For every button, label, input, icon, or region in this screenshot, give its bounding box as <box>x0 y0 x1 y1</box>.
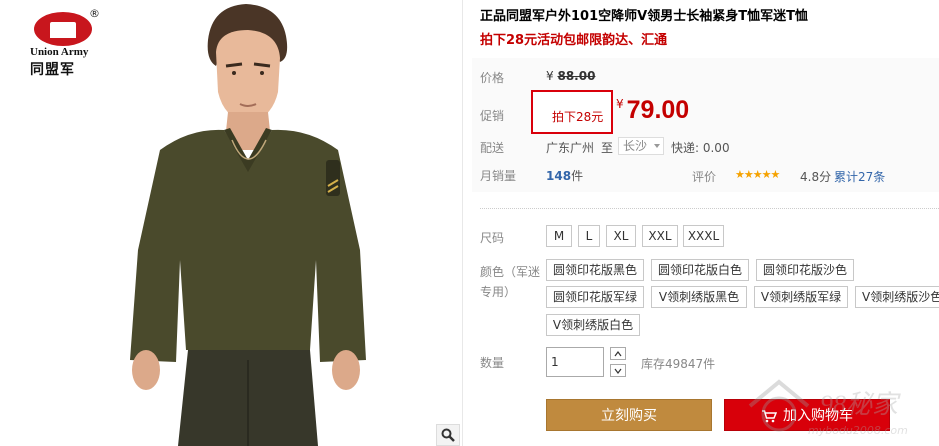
shipping-label: 配送 <box>480 141 505 155</box>
stock-count: 库存49847件 <box>641 357 716 371</box>
original-price-currency: ¥ <box>546 69 554 83</box>
size-option-m[interactable]: M <box>546 225 572 247</box>
star-rating-icon: ★★★★★ <box>735 168 780 181</box>
color-option-crew-print-sand[interactable]: 圆领印花版沙色 <box>756 259 854 281</box>
monthly-sales: 148件 <box>546 167 583 184</box>
quantity-decrement-button[interactable] <box>610 364 626 377</box>
original-price-value: 88.00 <box>557 69 596 83</box>
product-subtitle: 拍下28元活动包邮限韵达、汇通 <box>480 33 668 48</box>
section-divider <box>480 208 939 209</box>
buy-now-button[interactable]: 立刻购买 <box>546 399 712 431</box>
product-image-panel: ® Union Army 同盟军 <box>0 0 463 446</box>
quantity-input[interactable] <box>546 347 604 377</box>
quantity-label: 数量 <box>480 356 505 370</box>
destination-value: 长沙 <box>623 139 648 153</box>
ship-to-word: 至 <box>601 141 614 155</box>
promo-label: 促销 <box>480 109 505 123</box>
brand-name-cn: 同盟军 <box>30 62 75 78</box>
promo-price-currency: ¥ <box>616 97 624 111</box>
review-count-link[interactable]: 累计27条 <box>834 168 885 185</box>
color-option-v-embroidery-white[interactable]: V领刺绣版白色 <box>546 314 640 336</box>
promo-price-value: 79.00 <box>626 96 690 124</box>
site-watermark: 98秘家 mybodu2008.com <box>738 370 938 446</box>
promo-tag-text: 拍下28元 <box>552 110 604 124</box>
color-option-v-embroidery-black[interactable]: V领刺绣版黑色 <box>651 286 747 308</box>
watermark-text: 98秘家 <box>820 390 899 419</box>
chevron-up-icon <box>614 350 622 356</box>
color-option-v-embroidery-sand[interactable]: V领刺绣版沙色 <box>855 286 939 308</box>
size-label: 尺码 <box>480 231 505 245</box>
chevron-down-icon <box>614 368 622 374</box>
original-price: ¥ 88.00 <box>546 69 595 83</box>
brand-logo: ® Union Army 同盟军 <box>28 7 102 78</box>
registered-mark: ® <box>89 7 100 20</box>
watermark-url: mybodu2008.com <box>808 424 908 437</box>
monthly-sales-count: 148 <box>546 169 572 183</box>
color-option-v-embroidery-olive[interactable]: V领刺绣版军绿 <box>754 286 848 308</box>
monthly-sales-label: 月销量 <box>480 169 517 183</box>
ship-from: 广东广州 <box>546 141 595 155</box>
size-option-l[interactable]: L <box>578 225 600 247</box>
brand-emblem-icon <box>34 12 92 46</box>
size-option-xxl[interactable]: XXL <box>642 225 678 247</box>
monthly-sales-unit: 件 <box>571 169 584 183</box>
size-option-xl[interactable]: XL <box>606 225 636 247</box>
brand-name-en: Union Army <box>30 46 89 58</box>
promo-price: ¥79.00 <box>616 96 689 125</box>
price-label: 价格 <box>480 71 505 85</box>
delivery-fee: 快递: 0.00 <box>671 141 730 155</box>
product-photo <box>130 4 366 446</box>
color-option-crew-print-black[interactable]: 圆领印花版黑色 <box>546 259 644 281</box>
color-option-crew-print-white[interactable]: 圆领印花版白色 <box>651 259 749 281</box>
zoom-button[interactable] <box>436 424 460 446</box>
rating-score: 4.8分 <box>800 170 832 184</box>
color-label: 颜色（军迷专用） <box>480 265 541 299</box>
rating-label: 评价 <box>692 170 717 184</box>
chevron-down-icon <box>654 144 660 148</box>
size-option-xxxl[interactable]: XXXL <box>683 225 724 247</box>
quantity-increment-button[interactable] <box>610 347 626 360</box>
house-logo-icon <box>748 379 810 432</box>
magnifier-icon <box>441 428 455 442</box>
destination-select[interactable]: 长沙 <box>618 137 664 155</box>
color-option-crew-print-olive[interactable]: 圆领印花版军绿 <box>546 286 644 308</box>
product-title: 正品同盟军户外101空降师V领男士长袖紧身T恤军迷T恤 <box>480 9 808 24</box>
promo-tag: 拍下28元 <box>531 90 613 134</box>
